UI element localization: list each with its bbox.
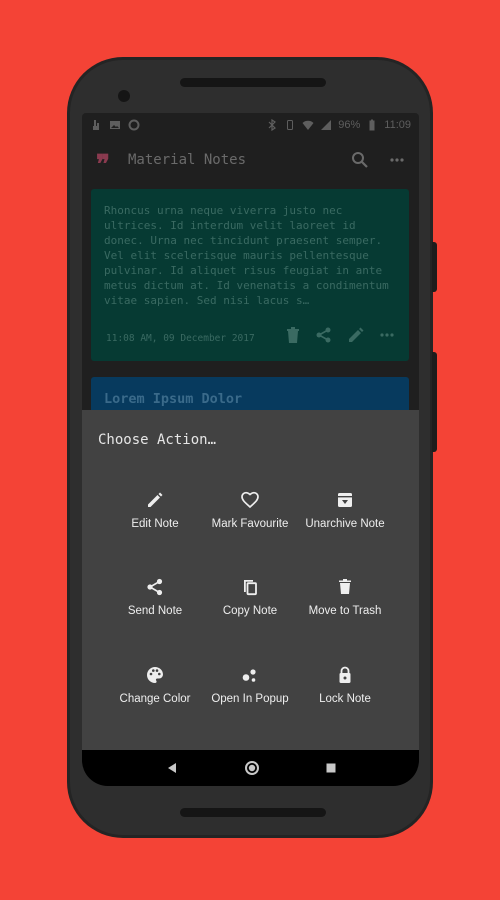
more-icon[interactable] — [379, 327, 395, 343]
sync-icon — [128, 119, 140, 131]
navigation-bar — [82, 750, 419, 786]
heart-outline-icon — [241, 491, 259, 509]
unarchive-note-button[interactable]: Unarchive Note — [289, 490, 401, 550]
lock-icon — [339, 666, 351, 683]
action-label: Lock Note — [319, 693, 371, 705]
bubbles-icon — [242, 669, 256, 682]
action-label: Unarchive Note — [305, 518, 385, 530]
note-card[interactable]: Rhoncus urna neque viverra justo nec ult… — [91, 189, 409, 361]
home-icon[interactable] — [244, 760, 260, 776]
app-title: Material Notes — [128, 152, 247, 168]
share-icon — [147, 578, 163, 596]
search-icon[interactable] — [351, 151, 369, 169]
move-to-trash-button[interactable]: Move to Trash — [289, 577, 401, 637]
recents-icon[interactable] — [325, 762, 337, 774]
battery-icon — [369, 119, 375, 131]
trash-icon — [339, 579, 351, 594]
image-icon — [110, 121, 120, 129]
touch-icon — [93, 120, 99, 130]
clock: 11:09 — [384, 119, 411, 131]
more-options-icon[interactable] — [389, 152, 405, 168]
bottom-speaker — [180, 808, 326, 817]
copy-icon — [244, 580, 257, 596]
action-sheet: Choose Action… Edit Note Mark Favourite … — [82, 410, 419, 750]
power-button — [432, 352, 437, 452]
wifi-icon — [302, 120, 314, 130]
edit-icon[interactable] — [347, 326, 365, 344]
trash-icon[interactable] — [285, 326, 301, 344]
battery-percent: 96% — [338, 119, 361, 131]
signal-icon — [321, 120, 332, 130]
quote-icon: ❞ — [96, 150, 110, 180]
vibrate-icon — [287, 120, 294, 130]
lock-note-button[interactable]: Lock Note — [289, 665, 401, 725]
share-icon[interactable] — [315, 326, 333, 344]
action-label: Move to Trash — [308, 605, 382, 617]
note-date: 11:08 AM, 09 December 2017 — [106, 333, 255, 344]
note-body: Rhoncus urna neque viverra justo nec ult… — [104, 204, 389, 307]
app-bar: ❞ Material Notes — [82, 137, 419, 183]
sheet-title: Choose Action… — [98, 432, 217, 448]
palette-icon — [147, 667, 163, 683]
volume-button — [432, 242, 437, 292]
front-camera — [118, 90, 130, 102]
note-title: Lorem Ipsum Dolor — [104, 391, 243, 407]
pencil-icon — [148, 492, 163, 507]
unarchive-icon — [338, 493, 352, 507]
back-icon[interactable] — [165, 761, 179, 775]
app-screen: 96% 11:09 ❞ Material Notes Rhoncus urna … — [82, 113, 419, 786]
earpiece-speaker — [180, 78, 326, 87]
status-bar: 96% 11:09 — [82, 113, 419, 137]
bluetooth-icon — [268, 119, 277, 131]
